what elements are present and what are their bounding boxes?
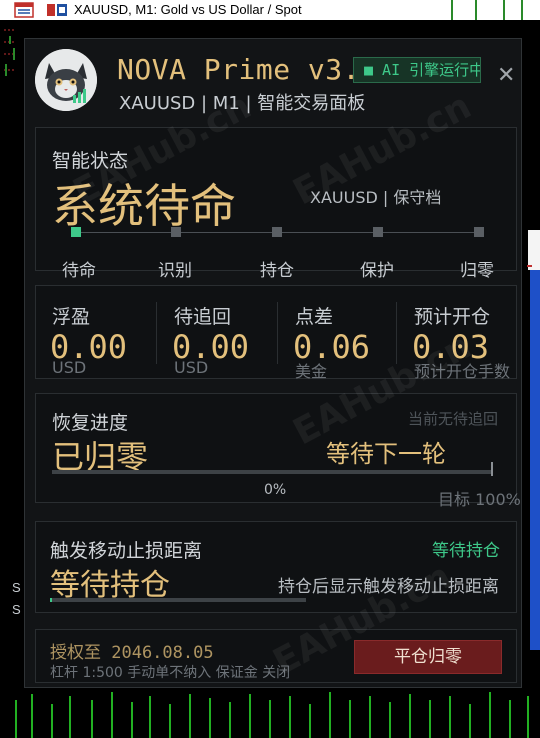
stat-label-to-recover: 待追回 [174, 306, 232, 328]
step-dot-reset [474, 227, 484, 237]
step-dot-identify [171, 227, 181, 237]
status-label: 智能状态 [52, 150, 129, 172]
chart-title-bar: XAUUSD, M1: Gold vs US Dollar / Spot [0, 0, 540, 20]
recovery-progress-bar [52, 470, 492, 474]
stats-card: 浮盈 0.00 USD 待追回 0.00 USD 点差 0.06 美金 预计开仓… [35, 285, 517, 381]
trailing-status: 等待持仓 [432, 541, 500, 561]
trailing-hint: 持仓后显示触发移动止损距离 [278, 577, 499, 597]
recovery-label: 恢复进度 [52, 412, 129, 434]
stat-unit-floating-profit: USD [52, 358, 87, 377]
chart-window-icon[interactable] [14, 2, 34, 18]
license-card: 授权至 2046.08.05 杠杆 1:500 手动单不纳入 保证金 关闭 平仓… [35, 629, 517, 683]
step-dot-hold [272, 227, 282, 237]
step-label-standby: 待命 [62, 261, 96, 281]
stat-label-spread: 点差 [295, 306, 334, 328]
trailing-label: 触发移动止损距离 [50, 540, 203, 562]
ai-engine-status-badge: ■ AI 引擎运行中 [353, 57, 481, 83]
step-dot-protect [373, 227, 383, 237]
side-label-s2: S [12, 602, 21, 617]
recovery-card: 恢复进度 当前无待追回 已归零 等待下一轮 0% 目标 100% [35, 393, 521, 509]
stat-divider [156, 302, 157, 364]
license-expiry: 授权至 2046.08.05 [50, 643, 214, 663]
recovery-progress-text: 0% [264, 482, 287, 498]
symbol-mode-info: XAUUSD | 保守档 [310, 188, 442, 207]
trailing-progress-bar [50, 598, 306, 602]
chart-volume-bars [15, 692, 529, 738]
stat-label-planned-lots: 预计开仓 [414, 306, 491, 328]
expert-advisor-icon[interactable] [46, 2, 68, 18]
chart-right-edge [527, 230, 540, 650]
status-card: 智能状态 系统待命 XAUUSD | 保守档 待命 识别 持仓 保护 归零 [35, 127, 517, 281]
stat-unit-planned-lots: 预计开仓手数 [414, 362, 511, 381]
chart-title: XAUUSD, M1: Gold vs US Dollar / Spot [74, 2, 302, 17]
trading-panel: NOVA Prime v3. XAUUSD | M1 | 智能交易面板 ■ AI… [24, 38, 522, 688]
stat-divider [277, 302, 278, 364]
side-label-s1: S [12, 580, 21, 595]
step-label-hold: 持仓 [260, 261, 294, 281]
chart-bars-top [451, 0, 523, 20]
close-all-reset-button[interactable]: 平仓归零 [354, 640, 502, 674]
stat-unit-spread: 美金 [295, 362, 328, 381]
trailing-progress-fill [50, 598, 52, 602]
recovery-next: 等待下一轮 [326, 440, 446, 468]
chart-left-edge: S S [4, 29, 21, 617]
recovery-target: 目标 100% [438, 490, 521, 509]
app-subtitle: XAUUSD | M1 | 智能交易面板 [119, 93, 366, 114]
cat-logo-icon [35, 49, 97, 111]
stat-unit-to-recover: USD [174, 358, 209, 377]
progress-target-marker [491, 462, 493, 476]
stat-label-floating-profit: 浮盈 [52, 306, 91, 328]
step-label-identify: 识别 [158, 261, 192, 281]
trailing-stop-card: 触发移动止损距离 等待持仓 等待持仓 持仓后显示触发移动止损距离 [35, 521, 517, 613]
step-label-reset: 归零 [460, 261, 494, 281]
step-dot-standby [71, 227, 81, 237]
app-title: NOVA Prime v3. [117, 53, 361, 86]
license-detail: 杠杆 1:500 手动单不纳入 保证金 关闭 [50, 665, 291, 681]
step-label-protect: 保护 [360, 261, 394, 281]
recovery-note: 当前无待追回 [408, 410, 499, 428]
stat-divider [396, 302, 397, 364]
close-button[interactable]: ✕ [497, 65, 515, 87]
